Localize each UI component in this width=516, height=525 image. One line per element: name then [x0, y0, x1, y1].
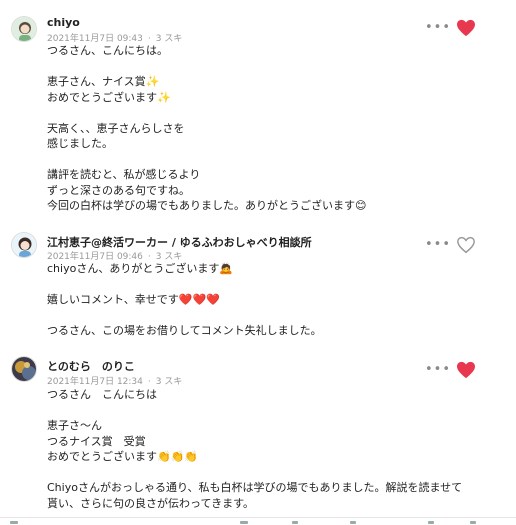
bottom-toolbar — [0, 519, 516, 525]
comment-line — [47, 152, 366, 168]
heart-outline-icon[interactable] — [456, 236, 476, 254]
toolbar-mark — [240, 521, 248, 524]
avatar[interactable] — [11, 356, 37, 382]
comment-line: おめでとうございます✨ — [47, 90, 171, 104]
comment-line: つるさん こんにちは — [47, 388, 157, 401]
comment-line: 天高く、、恵子さんらしさを — [47, 121, 185, 135]
more-options-button[interactable]: ••• — [425, 363, 451, 376]
toolbar-mark — [10, 521, 18, 524]
commenter-name[interactable]: 江村恵子@終活ワーカー / ゆるふわおしゃべり相談所 — [47, 234, 312, 250]
commenter-name[interactable]: chiyo — [47, 16, 80, 29]
commenter-name[interactable]: とのむら のりこ — [47, 358, 135, 374]
comment-body: つるさん、こんにちは。 恵子さん、ナイス賞✨ おめでとうございます✨ 天高く、、… — [47, 43, 366, 214]
comment-line: 恵子さ〜ん — [47, 419, 102, 432]
divider — [0, 517, 516, 518]
comment-line: 講評を読むと、私が感じるより — [47, 168, 201, 181]
comment-meta: 2021年11月7日 12:34 · 3 スキ — [47, 377, 183, 387]
toolbar-mark — [470, 521, 476, 524]
comment-line: つるさん、この場をお借りしてコメント失礼しました。 — [47, 324, 322, 337]
comment-line: 恵子さん、ナイス賞✨ — [47, 75, 160, 88]
comment-line — [47, 403, 467, 419]
comment-line: chiyoさん、ありがとうございます🙇 — [47, 262, 234, 275]
comment-body: つるさん こんにちは 恵子さ〜ん つるナイス賞 受賞 おめでとうございます👏👏👏… — [47, 387, 467, 511]
comment-line: 感じました。 — [47, 137, 113, 150]
comment-line: つるナイス賞 受賞 — [47, 434, 146, 448]
comment-line: ずっと深さのある句ですね。 — [47, 183, 190, 197]
more-options-button[interactable]: ••• — [425, 21, 451, 34]
comment-line — [47, 277, 322, 293]
more-options-button[interactable]: ••• — [425, 238, 451, 251]
comment-date[interactable]: 2021年11月7日 12:34 — [47, 377, 143, 387]
toolbar-mark — [350, 521, 356, 524]
avatar[interactable] — [11, 16, 37, 42]
heart-icon[interactable] — [456, 361, 476, 379]
comment-line: つるさん、こんにちは。 — [47, 44, 168, 57]
comment-line — [47, 105, 366, 121]
comment-line: 嬉しいコメント、幸せです❤️❤️❤️ — [47, 293, 220, 306]
comment-line — [47, 465, 467, 481]
comment-line: 今回の白杯は学びの場でもありました。ありがとうございます😊 — [47, 199, 367, 212]
comment-line: おめでとうございます👏👏👏 — [47, 450, 199, 463]
toolbar-mark — [428, 521, 434, 524]
avatar[interactable] — [11, 232, 37, 258]
toolbar-mark — [292, 521, 298, 524]
like-count[interactable]: 3 スキ — [156, 377, 183, 387]
comment-line — [47, 59, 366, 75]
heart-icon[interactable] — [456, 19, 476, 37]
comment-line: Chiyoさんがおっしゃる通り、私も白杯は学びの場でもありました。解説を読ませて… — [47, 481, 463, 510]
comment-body: chiyoさん、ありがとうございます🙇 嬉しいコメント、幸せです❤️❤️❤️ つ… — [47, 261, 322, 339]
comment-line — [47, 308, 322, 324]
